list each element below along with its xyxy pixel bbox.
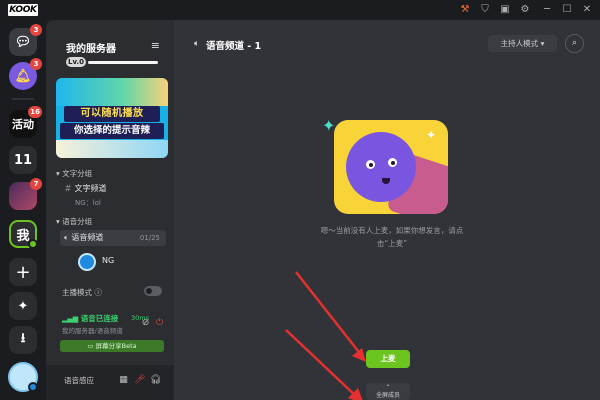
add-server-button[interactable]: + — [9, 258, 37, 286]
gift-icon[interactable]: ▣ — [498, 3, 512, 17]
speaker-icon: 🔈︎ — [194, 39, 200, 49]
member-avatar — [78, 253, 96, 271]
channel-panel: 我的服务器 ≡ Lv.0 可以随机播放 你选择的提示音辣 ▾ 文字分组 ＃ 文字… — [46, 20, 174, 400]
server-11[interactable]: 11 — [9, 146, 37, 174]
speaker-icon: 🔈︎ — [64, 233, 69, 242]
channel-name: 语音频道 — [71, 233, 104, 242]
server-header[interactable]: 我的服务器 ≡ Lv.0 — [46, 20, 174, 76]
search-icon: ⌕ — [571, 38, 578, 48]
server-huodong[interactable]: 活动 16 — [9, 106, 42, 138]
plus-icon: + — [15, 261, 31, 283]
server-wo[interactable]: 我 — [9, 220, 38, 249]
banner-decoration — [56, 78, 168, 106]
headphones-icon[interactable]: 🎧︎ — [150, 375, 161, 386]
rail-divider — [12, 98, 34, 100]
illustration-mouth — [382, 178, 390, 184]
monitor-icon: ▭ — [87, 342, 94, 350]
banner-decoration — [56, 140, 168, 158]
user-controls: 语音感应 ▦ 🎤︎ 🎧︎ — [46, 365, 174, 400]
server-label: 我 — [16, 228, 30, 244]
close-icon[interactable]: ✕ — [580, 3, 594, 17]
up-mic-button[interactable]: 上麦 — [366, 350, 410, 368]
illustration-eye — [366, 160, 375, 169]
sparkle-icon: ✦ — [426, 128, 437, 142]
hash-icon: ＃ — [64, 184, 72, 193]
channel-voice[interactable]: 🔈︎ 语音频道 01/25 — [60, 230, 166, 246]
illustration-character — [346, 132, 416, 202]
annotation-arrowhead — [352, 348, 366, 362]
server-level-badge: Lv.0 — [66, 57, 86, 67]
broadcast-mode-label: 主播模式 ⓘ — [62, 288, 102, 297]
sparkle-icon: ✦ — [17, 298, 29, 314]
member-name: NG — [102, 256, 115, 265]
banner-line-1: 可以随机播放 — [64, 106, 160, 122]
direct-messages-button[interactable]: 💬︎ 3 — [9, 24, 42, 56]
discover-button[interactable]: ✦ — [9, 292, 37, 320]
fullscreen-members-button[interactable]: ⌃ 全屏成员 — [366, 383, 410, 400]
hammer-icon[interactable]: ⚒ — [458, 3, 472, 17]
channel-subtext: NG：lol — [75, 199, 101, 207]
chat-bubble-icon: 💬︎ — [14, 34, 32, 50]
empty-stage-text: 嗯～当前没有人上麦，如果你想发言，请点击“上麦” — [320, 226, 464, 248]
connection-status: ▂▄▆ 语音已连接 — [62, 314, 119, 323]
kook-app: KOOK ⚒ ⛉ ▣ ⚙ ─ ☐ ✕ 💬︎ 3 🔔︎ 3 活动 16 11 7 … — [0, 0, 600, 400]
channel-title: 语音频道 - 1 — [206, 41, 262, 52]
sparkle-icon: ✦ — [322, 116, 336, 135]
chevron-down-icon: ▾ — [540, 39, 545, 48]
voice-sensing-label: 语音感应 — [64, 376, 94, 385]
search-button[interactable]: ⌕ — [565, 34, 584, 53]
bell-icon: 🔔︎ — [14, 68, 32, 84]
annotation-arrows — [285, 271, 366, 400]
disconnect-icon[interactable]: ⏻ — [154, 318, 165, 329]
noise-suppression-icon[interactable]: ⊘ — [140, 318, 151, 329]
annotation-arrow — [295, 271, 363, 357]
server-label: 活动 — [12, 118, 34, 131]
title-bar: KOOK ⚒ ⛉ ▣ ⚙ ─ ☐ ✕ — [0, 0, 600, 20]
status-indicator — [28, 382, 38, 392]
unread-badge: 16 — [28, 106, 42, 118]
host-mode-button[interactable]: 主持人模式 ▾ — [488, 35, 557, 52]
download-button[interactable]: ⭳ — [9, 326, 37, 354]
server-banner: 可以随机播放 你选择的提示音辣 — [56, 78, 168, 158]
download-icon: ⭳ — [20, 331, 26, 346]
illustration-eye — [388, 158, 397, 167]
kook-logo: KOOK — [8, 4, 38, 16]
signal-icon: ▂▄▆ — [62, 315, 79, 323]
annotation-arrow — [285, 329, 359, 399]
info-icon: ⓘ — [94, 288, 102, 297]
broadcast-mode-toggle[interactable] — [144, 286, 162, 296]
hd-audio-icon[interactable]: ▦ — [118, 375, 129, 386]
unread-badge: 3 — [30, 58, 42, 70]
category-voice[interactable]: ▾ 语音分组 — [56, 216, 92, 227]
voice-active-indicator — [28, 239, 38, 249]
maximize-icon[interactable]: ☐ — [560, 3, 574, 17]
microphone-muted-icon[interactable]: 🎤︎ — [134, 375, 145, 386]
server-rail: 💬︎ 3 🔔︎ 3 活动 16 11 7 我 + ✦ ⭳ — [0, 20, 46, 400]
share-screen-button[interactable]: ▭ 屏幕分享Beta — [60, 340, 164, 352]
user-avatar[interactable] — [8, 362, 38, 392]
minimize-icon[interactable]: ─ — [540, 3, 554, 17]
connection-path: 我的服务器/语音频道 — [62, 327, 123, 335]
member-count: 01/25 — [139, 234, 160, 242]
category-text[interactable]: ▾ 文字分组 — [56, 168, 92, 179]
server-label: 11 — [13, 152, 33, 168]
menu-icon[interactable]: ≡ — [151, 39, 160, 52]
unread-badge: 7 — [30, 178, 42, 190]
level-progress-bar — [88, 61, 158, 64]
channel-name: 文字频道 — [74, 184, 107, 193]
notifications-button[interactable]: 🔔︎ 3 — [9, 58, 42, 90]
server-name: 我的服务器 — [66, 44, 116, 55]
channel-text[interactable]: ＃ 文字频道 — [60, 181, 166, 197]
server-game[interactable]: 7 — [9, 178, 42, 210]
banner-line-2: 你选择的提示音辣 — [60, 123, 164, 139]
voice-channel-main: 🔈︎ 语音频道 - 1 主持人模式 ▾ ⌕ ✦ ✦ 嗯～当前没有人上麦，如果你想… — [174, 20, 600, 400]
chevron-up-icon: ⌃ — [385, 384, 391, 391]
shield-icon[interactable]: ⛉ — [478, 3, 492, 17]
settings-icon[interactable]: ⚙ — [518, 3, 532, 17]
unread-badge: 3 — [30, 24, 42, 36]
voice-member[interactable]: NG — [78, 253, 168, 271]
